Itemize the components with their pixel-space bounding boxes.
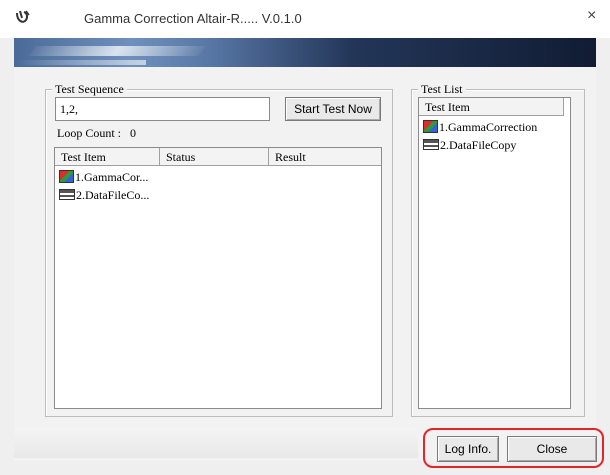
column-header-status[interactable]: Status <box>160 148 269 166</box>
sequence-table[interactable]: Test Item Status Result 1.GammaCor... 2.… <box>54 147 382 409</box>
log-info-button[interactable]: Log Info. <box>437 436 499 462</box>
list-item-label: 1.GammaCorrection <box>439 120 538 134</box>
close-button[interactable]: Close <box>507 436 597 462</box>
row-label: 2.DataFileCo... <box>76 188 150 202</box>
column-header-test-item[interactable]: Test Item <box>55 148 160 166</box>
start-test-button[interactable]: Start Test Now <box>285 97 381 121</box>
test-list[interactable]: Test Item 1.GammaCorrection 2.DataFileCo… <box>418 97 571 409</box>
window-title: Gamma Correction Altair-R..... V.0.1.0 <box>84 11 302 26</box>
gamma-icon <box>59 170 74 183</box>
list-item[interactable]: 2.DataFileCopy <box>423 137 516 153</box>
data-file-icon <box>59 189 75 200</box>
list-item[interactable]: 1.GammaCorrection <box>423 119 537 135</box>
app-logo-icon <box>16 10 30 23</box>
sequence-field[interactable]: 1,2, <box>55 97 270 121</box>
title-bar: Gamma Correction Altair-R..... V.0.1.0 × <box>0 0 610 38</box>
loop-count-value: 0 <box>130 126 137 140</box>
header-banner <box>14 38 596 67</box>
window-close-icon[interactable]: × <box>587 7 596 25</box>
column-header-test-item[interactable]: Test Item <box>419 98 564 116</box>
gamma-icon <box>423 120 438 133</box>
loop-count: Loop Count : 0 <box>57 126 136 141</box>
test-list-legend: Test List <box>418 82 466 97</box>
list-item-label: 2.DataFileCopy <box>440 138 517 152</box>
column-header-result[interactable]: Result <box>269 148 381 166</box>
loop-count-label: Loop Count : <box>57 126 122 140</box>
data-file-icon <box>423 139 439 150</box>
status-strip <box>14 428 418 458</box>
test-sequence-legend: Test Sequence <box>52 82 127 97</box>
table-row[interactable]: 1.GammaCor... <box>59 169 148 185</box>
table-row[interactable]: 2.DataFileCo... <box>59 187 149 203</box>
row-label: 1.GammaCor... <box>75 170 149 184</box>
